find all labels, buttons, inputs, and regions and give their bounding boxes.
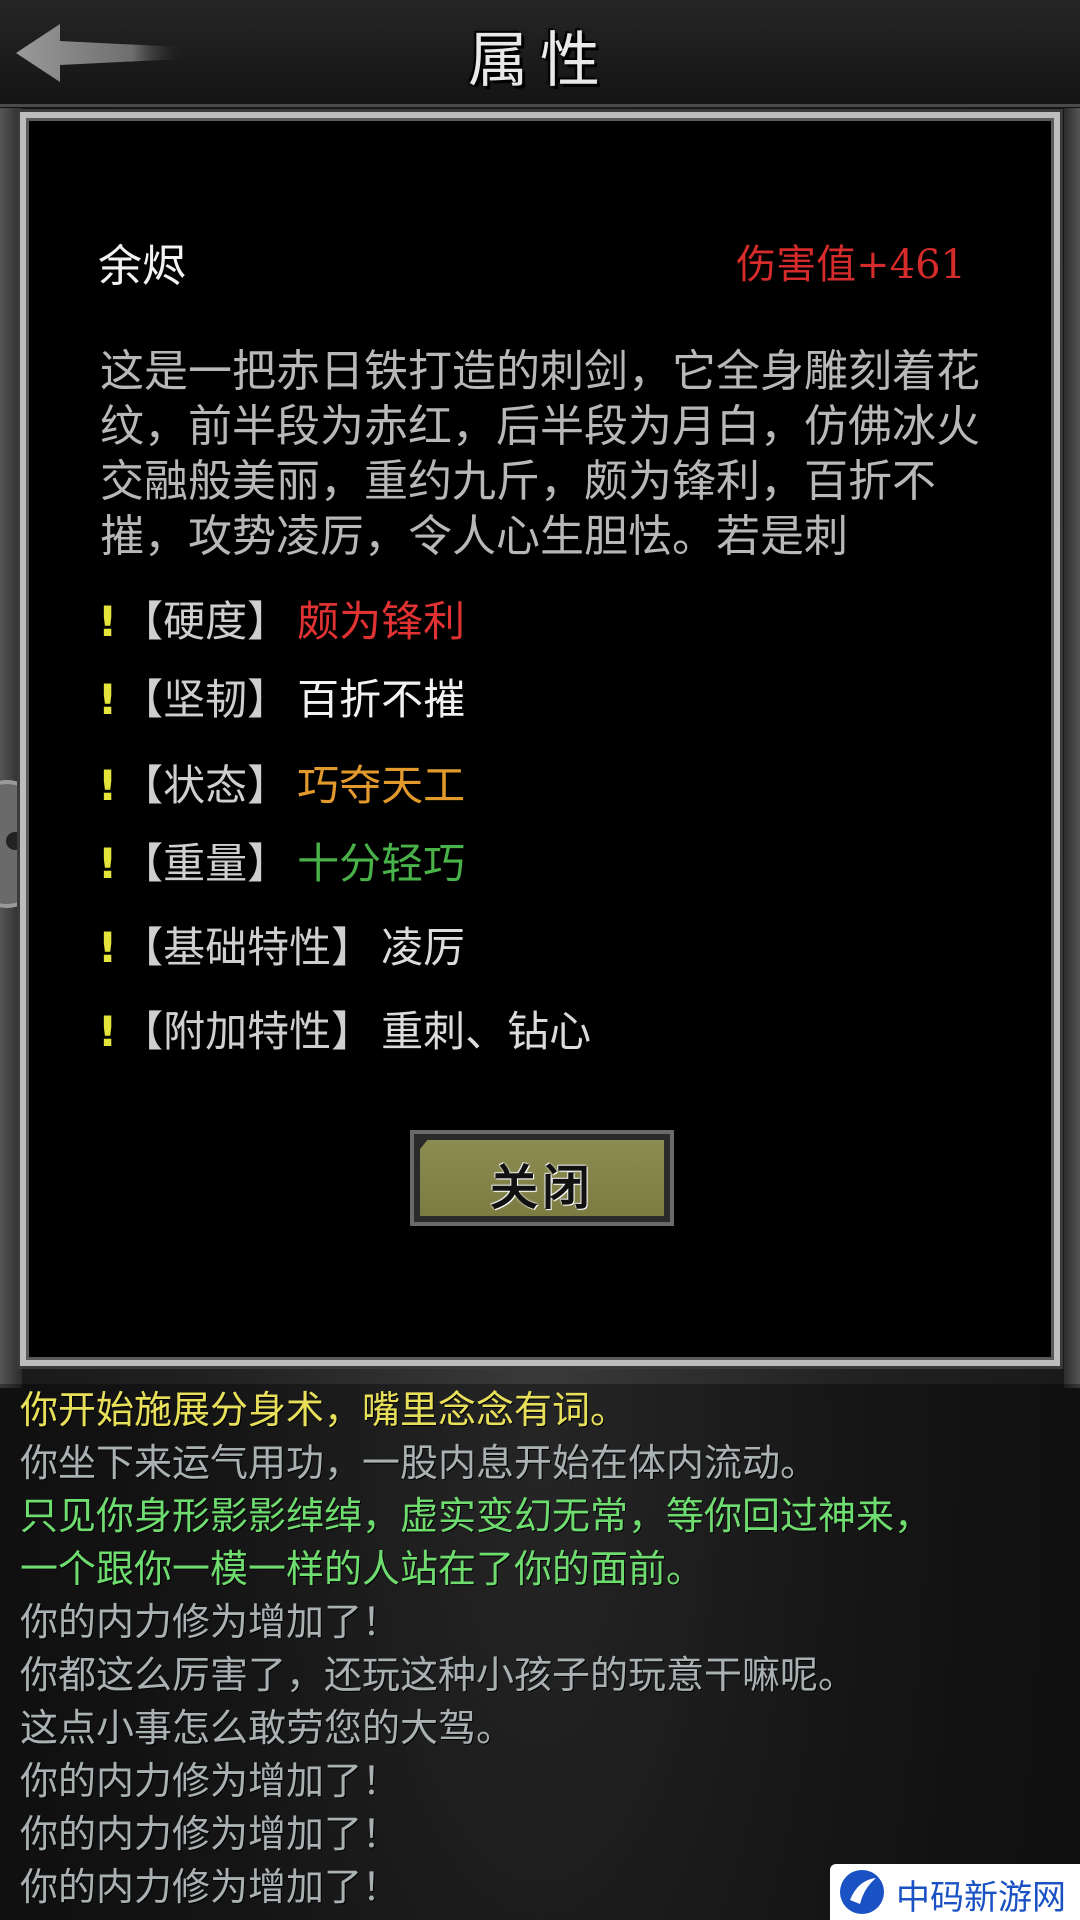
log-line: 只见你身形影影绰绰，虚实变幻无常，等你回过神来， — [20, 1494, 933, 1538]
log-line: 一个跟你一模一样的人站在了你的面前。 — [20, 1547, 705, 1591]
exclamation-icon: ! — [98, 839, 118, 888]
item-name: 余烬 — [98, 241, 186, 292]
attribute-key: 【重量】 — [121, 839, 290, 888]
log-line: 你都这么厉害了，还玩这种小孩子的玩意干嘛呢。 — [20, 1653, 857, 1697]
attribute-value: 十分轻巧 — [297, 839, 466, 888]
attribute-row-extra-trait: !【附加特性】 重刺、钻心 — [98, 998, 591, 1059]
log-line: 你坐下来运气用功，一股内息开始在体内流动。 — [20, 1441, 819, 1485]
log-line: 你开始施展分身术，嘴里念念有词。 — [20, 1388, 629, 1432]
attribute-row-hardness: !【硬度】 颇为锋利 — [98, 588, 465, 649]
close-button[interactable]: 关闭 — [410, 1130, 674, 1226]
background-right-edge — [1064, 108, 1080, 1388]
attribute-value: 百折不摧 — [297, 675, 466, 724]
attribute-row-condition: !【状态】 巧夺天工 — [98, 752, 465, 813]
log-line: 你的内力修为增加了！ — [20, 1865, 401, 1909]
page-title: 属性 — [468, 26, 612, 96]
message-log[interactable]: 你开始施展分身术，嘴里念念有词。 你坐下来运气用功，一股内息开始在体内流动。 只… — [0, 1384, 1080, 1920]
watermark-logo-icon — [840, 1870, 884, 1914]
attribute-value: 凌厉 — [381, 923, 466, 972]
attribute-key: 【状态】 — [121, 761, 290, 810]
log-line: 你的内力修为增加了！ — [20, 1600, 401, 1644]
exclamation-icon: ! — [98, 761, 118, 810]
item-description[interactable]: 这是一把赤日铁打造的刺剑，它全身雕刻着花纹，前半段为赤红，后半段为月白，仿佛冰火… — [100, 344, 990, 556]
attribute-key: 【附加特性】 — [121, 1007, 374, 1056]
attribute-value: 重刺、钻心 — [381, 1007, 592, 1056]
exclamation-icon: ! — [98, 1007, 118, 1056]
attribute-value: 巧夺天工 — [297, 761, 466, 810]
close-button-label: 关闭 — [489, 1160, 594, 1216]
attribute-key: 【硬度】 — [121, 597, 290, 646]
damage-value: 伤害值+461 — [736, 242, 966, 288]
attribute-dialog: 余烬 伤害值+461 这是一把赤日铁打造的刺剑，它全身雕刻着花纹，前半段为赤红，… — [20, 112, 1060, 1366]
log-line: 这点小事怎么敢劳您的大驾。 — [20, 1706, 515, 1750]
exclamation-icon: ! — [98, 675, 118, 724]
log-line: 你的内力修为增加了！ — [20, 1812, 401, 1856]
attribute-value: 颇为锋利 — [297, 597, 466, 646]
attribute-row-toughness: !【坚韧】 百折不摧 — [98, 666, 465, 727]
log-line: 你的内力修为增加了！ — [20, 1759, 401, 1803]
attribute-row-weight: !【重量】 十分轻巧 — [98, 830, 465, 891]
exclamation-icon: ! — [98, 923, 118, 972]
attribute-key: 【坚韧】 — [121, 675, 290, 724]
background-left-edge — [0, 108, 22, 1388]
attribute-row-base-trait: !【基础特性】 凌厉 — [98, 914, 465, 975]
attribute-key: 【基础特性】 — [121, 923, 374, 972]
exclamation-icon: ! — [98, 597, 118, 646]
site-watermark: 中码新游网 — [830, 1864, 1080, 1920]
top-bar: 属性 — [0, 0, 1080, 107]
watermark-text: 中码新游网 — [896, 1878, 1066, 1918]
